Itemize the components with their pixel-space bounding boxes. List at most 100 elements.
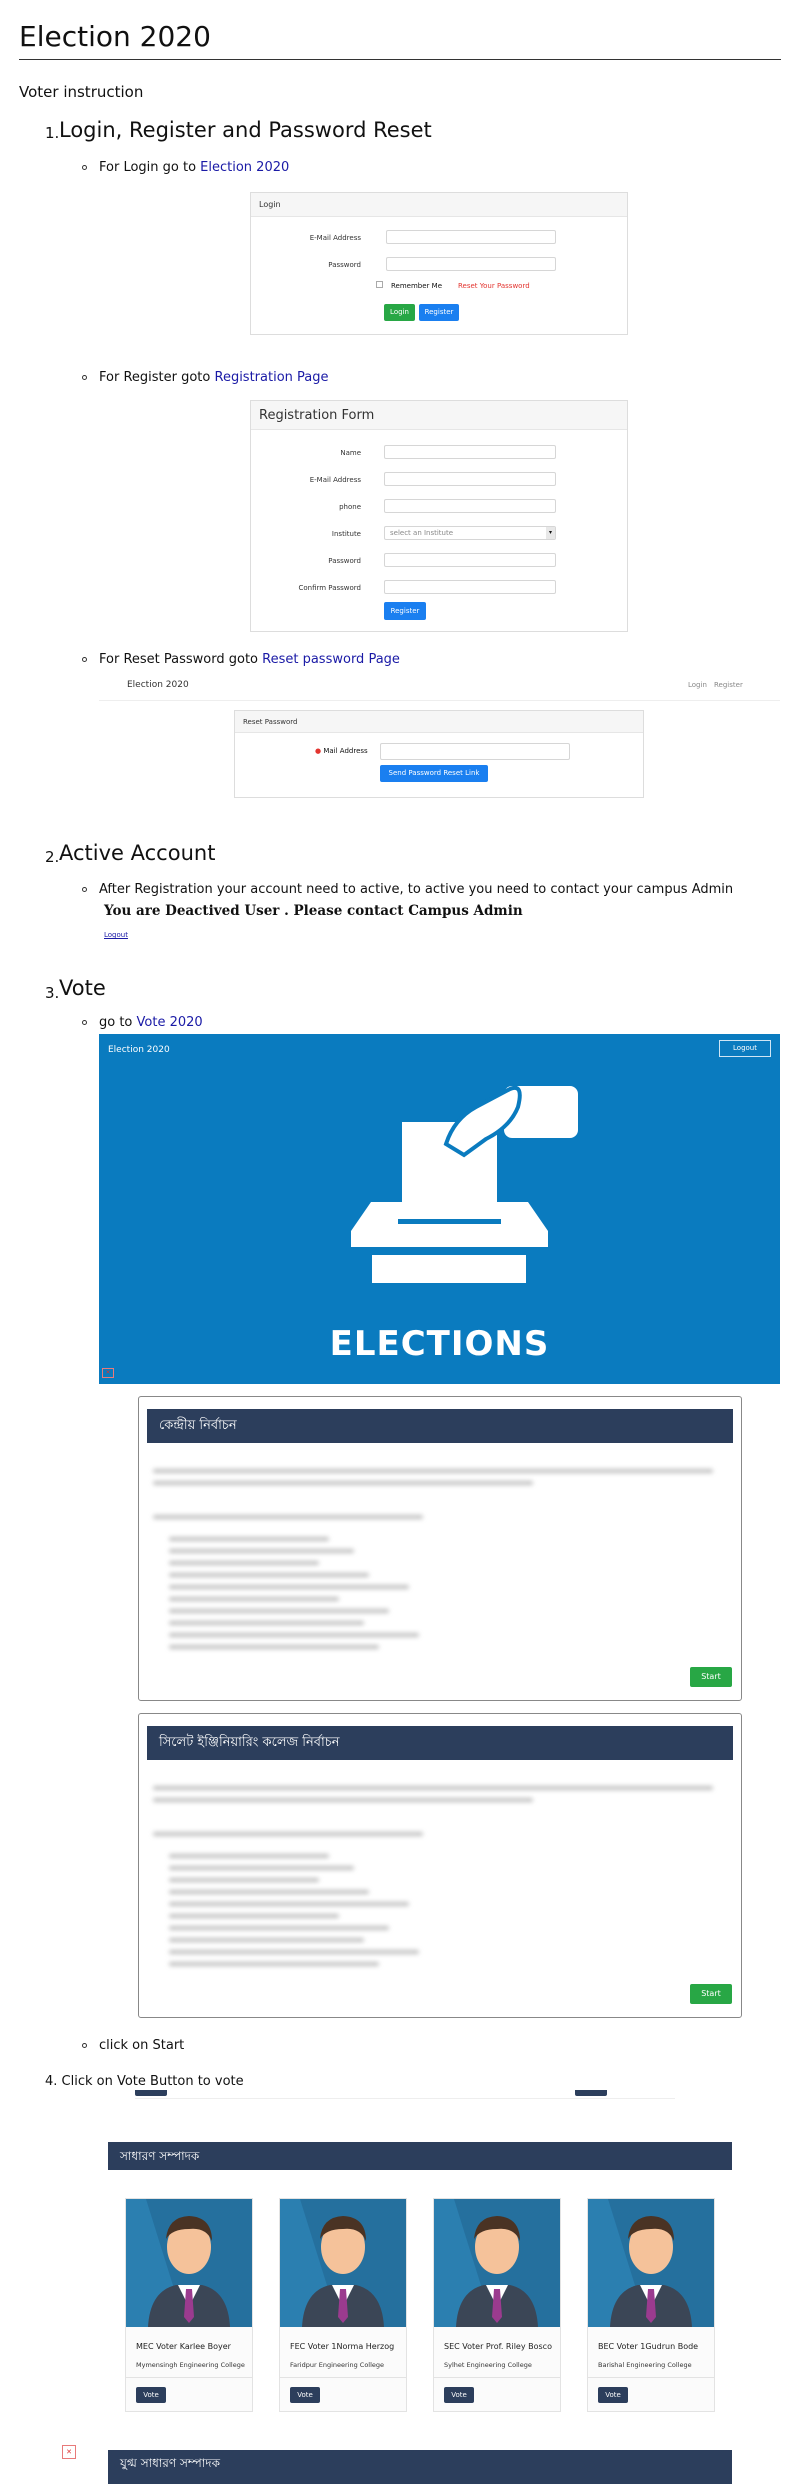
- register-button[interactable]: Register: [419, 304, 459, 321]
- candidate-avatar: [280, 2199, 406, 2327]
- remember-label: Remember Me: [391, 282, 442, 290]
- candidate-card: BEC Voter 1Gudrun Bode Barishal Engineer…: [587, 2198, 715, 2412]
- person-icon: [454, 2199, 560, 2327]
- broken-image-icon: ✕: [62, 2445, 76, 2459]
- elections-banner: Election 2020 Logout ELECTIONS: [99, 1034, 780, 1384]
- reset-page-screenshot: Election 2020 Login Register Reset Passw…: [99, 668, 780, 798]
- bullet-icon: [82, 887, 87, 892]
- section-1-heading: Login, Register and Password Reset: [59, 118, 432, 142]
- section-4-instruction: 4. Click on Vote Button to vote: [45, 2074, 244, 2089]
- card-divider: [588, 2377, 714, 2378]
- register-instruction: For Register goto Registration Page: [99, 370, 329, 385]
- banner-caption: ELECTIONS: [329, 1324, 550, 1364]
- post-title: সাধারণ সম্পাদক: [108, 2142, 732, 2170]
- election-card-title: কেন্দ্রীয় নির্বাচন: [147, 1409, 733, 1443]
- institute-label: Institute: [331, 530, 361, 538]
- email-field[interactable]: [384, 472, 556, 486]
- intro-text: Voter instruction: [19, 83, 144, 101]
- phone-field[interactable]: [384, 499, 556, 513]
- candidate-college: Sylhet Engineering College: [444, 2361, 532, 2369]
- send-reset-link-button[interactable]: Send Password Reset Link: [380, 765, 488, 782]
- password-field[interactable]: [384, 553, 556, 567]
- blurred-text: [169, 1854, 329, 1858]
- blurred-text: [153, 1469, 713, 1473]
- reset-password-card: Reset Password ● Mail Address Send Passw…: [234, 710, 644, 798]
- vote-button[interactable]: Vote: [290, 2387, 320, 2403]
- candidate-card: FEC Voter 1Norma Herzog Faridpur Enginee…: [279, 2198, 407, 2412]
- login-button[interactable]: Login: [384, 304, 415, 321]
- name-field[interactable]: [384, 445, 556, 459]
- blurred-text: [153, 1786, 713, 1790]
- blurred-text: [169, 1597, 339, 1601]
- remember-checkbox[interactable]: [376, 281, 383, 288]
- reset-password-page-link[interactable]: Reset password Page: [262, 652, 400, 667]
- blurred-text: [169, 1962, 379, 1966]
- blurred-text: [169, 1890, 369, 1894]
- section-3-number: 3.: [45, 984, 60, 1002]
- blurred-text: [169, 1633, 419, 1637]
- logout-link[interactable]: Logout: [104, 931, 128, 939]
- email-label: E-Mail Address: [309, 234, 361, 242]
- blurred-text: [169, 1938, 364, 1942]
- email-label: E-Mail Address: [309, 476, 361, 484]
- blurred-text: [169, 1878, 319, 1882]
- registration-form-screenshot: Registration Form Name E-Mail Address ph…: [250, 400, 628, 632]
- page-title: Election 2020: [19, 20, 211, 53]
- start-button[interactable]: Start: [690, 1667, 732, 1687]
- password-field[interactable]: [386, 257, 556, 271]
- blurred-text: [169, 1621, 364, 1625]
- confirm-password-field[interactable]: [384, 580, 556, 594]
- candidate-college: Mymensingh Engineering College: [136, 2361, 245, 2369]
- register-button[interactable]: Register: [384, 602, 426, 620]
- next-post-title: যুগ্ম সাধারণ সম্পাদক: [108, 2450, 732, 2484]
- blurred-text: [169, 1914, 339, 1918]
- blurred-text: [169, 1950, 419, 1954]
- nav-register-link[interactable]: Register: [714, 681, 743, 689]
- vote-button[interactable]: Vote: [598, 2387, 628, 2403]
- section-2-heading: Active Account: [59, 841, 216, 865]
- login-instruction: For Login go to Election 2020: [99, 160, 290, 175]
- election-card-title: সিলেট ইঞ্জিনিয়ারিং কলেজ নির্বাচন: [147, 1726, 733, 1760]
- candidate-avatar: [588, 2199, 714, 2327]
- vote-button[interactable]: Vote: [444, 2387, 474, 2403]
- candidate-college: Faridpur Engineering College: [290, 2361, 385, 2369]
- click-start-instruction: click on Start: [99, 2038, 185, 2053]
- banner-brand: Election 2020: [108, 1045, 170, 1055]
- section-1-number: 1.: [45, 124, 60, 142]
- blurred-text: [169, 1585, 409, 1589]
- name-label: Name: [340, 449, 361, 457]
- banner-logout-button[interactable]: Logout: [719, 1040, 771, 1057]
- login-form-screenshot: Login E-Mail Address Password Remember M…: [250, 192, 628, 335]
- mail-address-label: Mail Address: [323, 747, 368, 755]
- required-mark: ●: [315, 747, 322, 755]
- bullet-icon: [82, 657, 87, 662]
- reset-instruction: For Reset Password goto Reset password P…: [99, 652, 400, 667]
- registration-form-header: Registration Form: [251, 401, 627, 430]
- nav-login-link[interactable]: Login: [688, 681, 707, 689]
- registration-page-link[interactable]: Registration Page: [215, 370, 329, 385]
- blurred-text: [169, 1573, 369, 1577]
- election-2020-link[interactable]: Election 2020: [200, 160, 289, 175]
- person-icon: [300, 2199, 406, 2327]
- reset-password-header: Reset Password: [235, 711, 643, 733]
- cropped-card-edge: [135, 2098, 675, 2099]
- reset-email-field[interactable]: [380, 743, 570, 760]
- start-button[interactable]: Start: [690, 1984, 732, 2004]
- deactivated-message: You are Deactived User . Please contact …: [104, 903, 523, 919]
- blurred-text: [153, 1481, 533, 1485]
- vote-2020-link[interactable]: Vote 2020: [137, 1015, 203, 1030]
- person-icon: [608, 2199, 714, 2327]
- password-label: Password: [328, 261, 361, 269]
- bullet-icon: [82, 2043, 87, 2048]
- email-field[interactable]: [386, 230, 556, 244]
- institute-select[interactable]: select an Institute: [384, 526, 556, 540]
- blurred-text: [169, 1537, 329, 1541]
- blurred-text: [169, 1609, 389, 1613]
- blurred-text: [169, 1549, 354, 1553]
- card-divider: [434, 2377, 560, 2378]
- vote-button[interactable]: Vote: [136, 2387, 166, 2403]
- blurred-text: [169, 1645, 379, 1649]
- reset-password-link[interactable]: Reset Your Password: [458, 282, 530, 290]
- card-divider: [126, 2377, 252, 2378]
- candidate-card: SEC Voter Prof. Riley Bosco Sylhet Engin…: [433, 2198, 561, 2412]
